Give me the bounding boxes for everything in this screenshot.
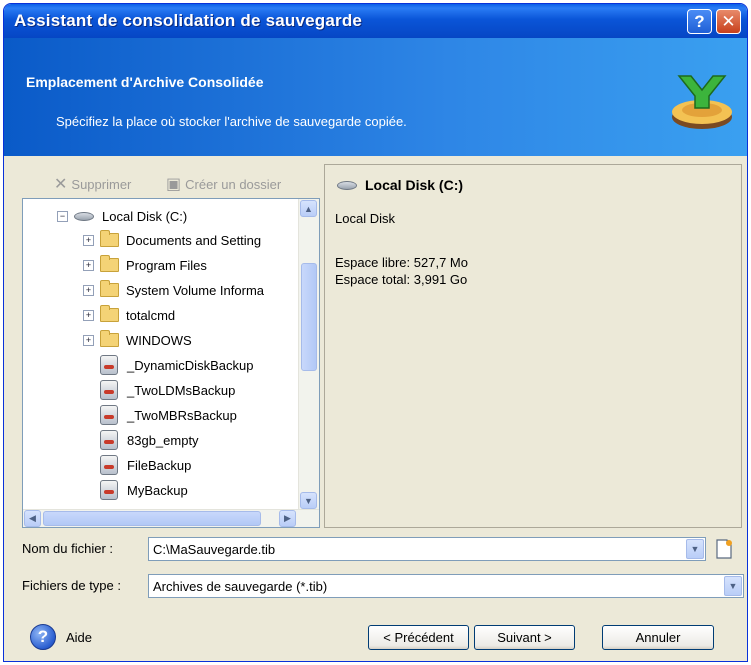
disk-type: Local Disk (335, 211, 395, 226)
close-button[interactable]: ✕ (716, 9, 741, 34)
folder-icon (100, 280, 119, 297)
scroll-right-icon[interactable]: ▶ (279, 510, 296, 527)
tree-item-label: FileBackup (127, 457, 192, 473)
vertical-scrollbar[interactable]: ▲ ▼ (298, 199, 319, 510)
new-folder-icon: ▣ (166, 176, 182, 193)
tree-item-label: Program Files (126, 257, 207, 273)
folder-icon (100, 230, 119, 247)
info-heading: Local Disk (C:) (337, 177, 463, 193)
expand-icon[interactable]: + (83, 284, 94, 296)
step-title: Emplacement d'Archive Consolidée (26, 74, 264, 90)
tree-item-label: _TwoMBRsBackup (127, 407, 237, 423)
header-banner: Emplacement d'Archive Consolidée Spécifi… (4, 38, 747, 156)
tree-item-label: _TwoLDMsBackup (127, 382, 236, 398)
info-title: Local Disk (C:) (365, 177, 464, 193)
title-bar[interactable]: Assistant de consolidation de sauvegarde… (4, 4, 747, 38)
step-subtitle: Spécifiez la place où stocker l'archive … (56, 114, 407, 129)
delete-icon: ✕ (54, 176, 68, 193)
scroll-down-icon[interactable]: ▼ (300, 492, 317, 509)
tree-item-folder[interactable]: + System Volume Informa (83, 279, 264, 301)
folder-browser: ✕ Supprimer ▣ Créer un dossier − Local D… (18, 164, 320, 528)
new-folder-button[interactable]: ▣ Créer un dossier (166, 174, 281, 194)
new-file-icon[interactable] (713, 538, 735, 560)
scroll-left-icon[interactable]: ◀ (24, 510, 41, 527)
archive-icon (100, 380, 118, 400)
tree-item-folder[interactable]: + Documents and Setting (83, 229, 261, 251)
filename-value: C:\MaSauvegarde.tib (153, 542, 276, 557)
tree-item-folder[interactable]: + totalcmd (83, 304, 175, 326)
help-icon[interactable]: ? (30, 624, 56, 650)
wizard-window: Assistant de consolidation de sauvegarde… (3, 3, 748, 662)
disk-info-panel: Local Disk (C:) Local Disk Espace libre:… (324, 164, 742, 528)
tree-item-label: WINDOWS (126, 332, 192, 348)
tree-item-label: Local Disk (C:) (102, 208, 188, 224)
help-title-button[interactable]: ? (687, 9, 712, 34)
archive-icon (100, 430, 118, 450)
folder-tree[interactable]: − Local Disk (C:) + Documents and Settin… (22, 198, 320, 528)
cancel-button[interactable]: Annuler (602, 625, 714, 650)
horizontal-scrollbar[interactable]: ◀ ▶ (23, 509, 319, 527)
archive-icon (100, 405, 118, 425)
vertical-scroll-thumb[interactable] (301, 263, 317, 371)
free-space: Espace libre: 527,7 Mo (335, 255, 468, 270)
tree-item-label: totalcmd (126, 307, 176, 323)
tree-item-archive[interactable]: _TwoLDMsBackup (100, 379, 235, 401)
next-button[interactable]: Suivant > (474, 625, 575, 650)
window-title: Assistant de consolidation de sauvegarde (14, 11, 363, 30)
filetype-select[interactable]: Archives de sauvegarde (*.tib) ▼ (148, 574, 744, 598)
consolidation-icon (672, 75, 732, 129)
tree-item-label: MyBackup (127, 482, 188, 498)
archive-icon (100, 355, 118, 375)
tree-item-label: Documents and Setting (126, 232, 262, 248)
tree-item-folder[interactable]: + WINDOWS (83, 329, 192, 351)
collapse-icon[interactable]: − (57, 210, 68, 222)
horizontal-scroll-thumb[interactable] (43, 511, 261, 526)
tree-item-archive[interactable]: _TwoMBRsBackup (100, 404, 237, 426)
chevron-down-icon[interactable]: ▼ (686, 539, 704, 559)
tree-item-archive[interactable]: FileBackup (100, 454, 191, 476)
filename-label: Nom du fichier : (22, 541, 114, 556)
folder-icon (100, 330, 119, 347)
expand-icon[interactable]: + (83, 334, 94, 346)
tree-item-folder[interactable]: + Program Files (83, 254, 207, 276)
browser-toolbar: ✕ Supprimer ▣ Créer un dossier (18, 164, 320, 198)
new-folder-label: Créer un dossier (185, 176, 282, 192)
tree-item-local-disk[interactable]: − Local Disk (C:) (57, 205, 187, 227)
expand-icon[interactable]: + (83, 259, 94, 271)
expand-icon[interactable]: + (83, 309, 94, 321)
tree-item-label: 83gb_empty (127, 432, 199, 448)
folder-icon (100, 255, 119, 272)
delete-button[interactable]: ✕ Supprimer (54, 174, 131, 194)
tree-rows: − Local Disk (C:) + Documents and Settin… (23, 199, 298, 510)
chevron-down-icon[interactable]: ▼ (724, 576, 742, 596)
tree-item-archive[interactable]: MyBackup (100, 479, 188, 501)
delete-label: Supprimer (71, 176, 132, 192)
back-button[interactable]: < Précédent (368, 625, 469, 650)
total-space: Espace total: 3,991 Go (335, 272, 468, 287)
archive-icon (100, 480, 118, 500)
archive-icon (100, 455, 118, 475)
folder-icon (100, 305, 119, 322)
expand-icon[interactable]: + (83, 234, 94, 246)
filetype-label: Fichiers de type : (22, 578, 121, 593)
tree-item-label: _DynamicDiskBackup (127, 357, 254, 373)
tree-item-archive[interactable]: 83gb_empty (100, 429, 199, 451)
tree-item-label: System Volume Informa (126, 282, 264, 298)
disk-icon (337, 180, 357, 190)
tree-item-archive[interactable]: _DynamicDiskBackup (100, 354, 253, 376)
help-link[interactable]: Aide (66, 630, 92, 645)
filetype-value: Archives de sauvegarde (*.tib) (153, 579, 328, 594)
scroll-up-icon[interactable]: ▲ (300, 200, 317, 217)
disk-icon (74, 211, 94, 221)
filename-combobox[interactable]: C:\MaSauvegarde.tib ▼ (148, 537, 706, 561)
